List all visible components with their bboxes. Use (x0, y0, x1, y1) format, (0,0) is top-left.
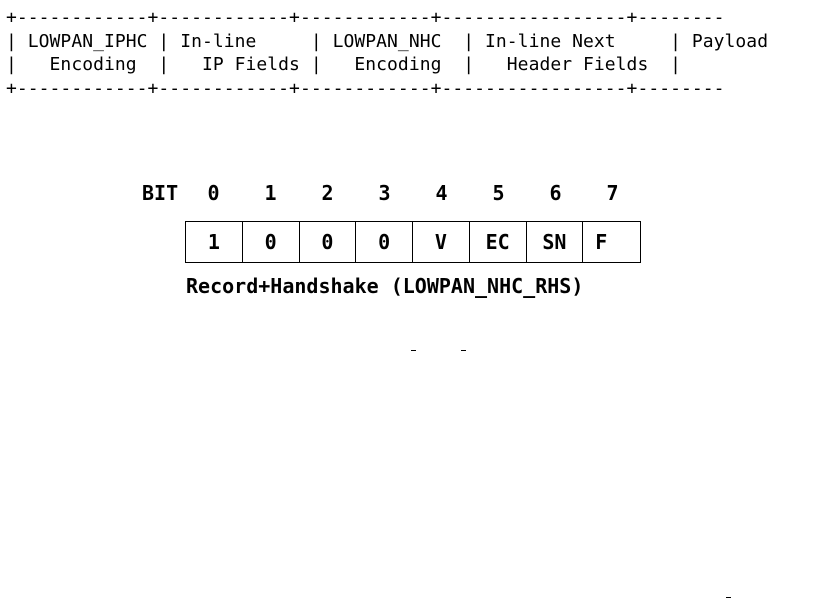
header-layout-table: +------------+------------+------------+… (6, 6, 768, 100)
bit-number-5: 5 (492, 181, 505, 205)
bit-cell-1: 0 (243, 222, 300, 262)
bit-cell-sn: SN (527, 222, 584, 262)
diagram-caption: Record+Handshake (LOWPAN_NHC_RHS) (186, 274, 584, 298)
bit-cell-f: F (595, 230, 608, 254)
bit-number-7: 7 (606, 181, 619, 205)
bit-number-6: 6 (549, 181, 562, 205)
bit-cell-0: 1 (186, 222, 243, 262)
header-table-border-top: +------------+------------+------------+… (6, 7, 725, 28)
bit-cell-ec: EC (470, 222, 527, 262)
stray-tick-mark (411, 350, 416, 351)
bit-label: BIT (142, 181, 179, 205)
bit-cell-v: V (413, 222, 470, 262)
bit-number-2: 2 (321, 181, 334, 205)
header-table-border-bottom: +------------+------------+------------+… (6, 77, 725, 99)
bit-number-3: 3 (378, 181, 391, 205)
stray-tick-mark (461, 350, 466, 351)
bit-number-1: 1 (264, 181, 277, 205)
header-table-row-2: | Encoding | IP Fields | Encoding | Head… (6, 54, 681, 75)
bit-cell-3: 0 (356, 222, 413, 262)
bit-field-register: 1 0 0 0 V EC SN F (185, 221, 641, 263)
bit-cell-2: 0 (300, 222, 357, 262)
bit-number-4: 4 (435, 181, 448, 205)
stray-tick-mark (726, 597, 731, 598)
header-table-row-1: | LOWPAN_IPHC | In-line | LOWPAN_NHC | I… (6, 30, 769, 52)
bit-number-0: 0 (207, 181, 220, 205)
